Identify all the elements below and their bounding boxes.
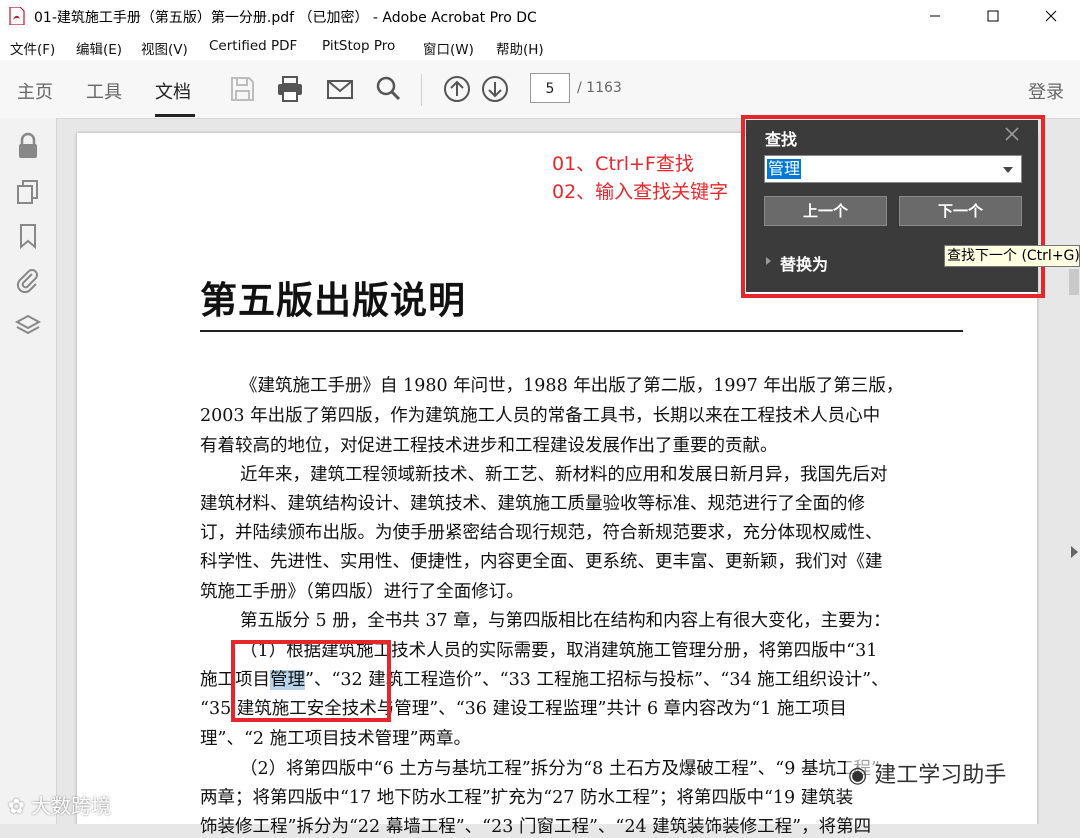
tab-document[interactable]: 文档 <box>155 78 191 104</box>
navigation-panel <box>0 118 57 824</box>
lock-icon[interactable] <box>14 132 42 160</box>
close-window-button[interactable] <box>1028 0 1074 32</box>
find-next-button[interactable]: 下一个 <box>899 196 1022 226</box>
prev-page-icon[interactable] <box>442 74 472 104</box>
annotation-step1: 01、Ctrl+F查找 <box>552 153 694 175</box>
paragraph-line: 《建筑施工手册》自 1980 年问世，1988 年出版了第二版，1997 年出版… <box>240 376 904 396</box>
page-number-input[interactable]: 5 <box>530 73 570 103</box>
title-bar: 01-建筑施工手册（第五版）第一分册.pdf （已加密） - Adobe Acr… <box>0 0 1080 32</box>
wechat-watermark: ◉ 建工学习助手 <box>846 757 1009 789</box>
close-icon <box>1045 10 1057 22</box>
close-icon[interactable] <box>1003 125 1021 143</box>
minimize-icon <box>930 15 940 17</box>
corner-watermark-text: 大数跨境 <box>31 794 112 818</box>
menu-window[interactable]: 窗口(W) <box>423 38 474 58</box>
tab-tools[interactable]: 工具 <box>86 78 122 104</box>
expand-arrow-icon[interactable] <box>766 257 771 265</box>
menu-file[interactable]: 文件(F) <box>10 38 55 58</box>
tooltip: 查找下一个 (Ctrl+G) <box>944 245 1080 267</box>
attachment-icon[interactable] <box>14 266 42 294</box>
menu-certified-pdf[interactable]: Certified PDF <box>209 38 297 54</box>
paragraph-line: 饰装修工程”拆分为“22 幕墙工程”、“23 门窗工程”、“24 建筑装饰装修工… <box>200 817 872 837</box>
menu-view[interactable]: 视图(V) <box>141 38 188 58</box>
next-page-icon[interactable] <box>480 74 510 104</box>
maximize-button[interactable] <box>970 0 1016 32</box>
paragraph-line: 科学性、先进性、实用性、便捷性，内容更全面、更系统、更丰富、更新颖，我们对《建 <box>200 552 883 572</box>
save-icon[interactable] <box>227 74 257 104</box>
heading-rule <box>200 330 963 332</box>
corner-watermark: ✿ 大数跨境 <box>8 794 112 818</box>
email-icon[interactable] <box>325 74 355 104</box>
paragraph-line: 2003 年出版了第四版，作为建筑施工人员的常备工具书，长期以来在工程技术人员心… <box>200 406 881 426</box>
find-previous-button[interactable]: 上一个 <box>764 196 887 226</box>
wechat-watermark-text: 建工学习助手 <box>874 763 1007 788</box>
acrobat-pdf-icon <box>9 7 25 25</box>
toolbar-separator <box>421 74 422 106</box>
menu-pitstop-pro[interactable]: PitStop Pro <box>322 38 395 54</box>
paragraph-line: 第五版分 5 册，全书共 37 章，与第四版相比在结构和内容上有很大变化，主要为… <box>240 611 891 631</box>
chevron-down-icon[interactable] <box>1003 167 1013 173</box>
vertical-scrollbar[interactable] <box>1068 119 1080 824</box>
wechat-icon: ◉ <box>848 763 868 788</box>
menu-bar: 文件(F) 编辑(E) 视图(V) Certified PDF PitStop … <box>0 32 1080 60</box>
paragraph-line: 建筑材料、建筑结构设计、建筑技术、建筑施工质量验收等标准、规范进行了全面的修 <box>200 494 865 514</box>
window-title: 01-建筑施工手册（第五版）第一分册.pdf （已加密） - Adobe Acr… <box>34 10 537 26</box>
paragraph-line: 理”、“2 施工项目技术管理”两章。 <box>200 729 472 749</box>
text-segment: ”、“32 建筑工程造价”、“33 工程施工招标与投标”、“34 施工组织设计”… <box>305 670 889 690</box>
login-button[interactable]: 登录 <box>1028 78 1064 104</box>
menu-help[interactable]: 帮助(H) <box>496 38 544 58</box>
match-annotation-box <box>231 640 391 722</box>
paragraph-line: 近年来，建筑工程领域新技术、新工艺、新材料的应用和发展日新月异，我国先后对 <box>240 465 888 485</box>
find-query-input[interactable]: 管理 <box>764 155 1022 183</box>
pages-icon[interactable] <box>14 178 42 206</box>
maximize-icon <box>987 10 999 22</box>
paragraph-line: 筑施工手册》（第四版）进行了全面修订。 <box>200 582 524 602</box>
page-heading: 第五版出版说明 <box>200 279 466 322</box>
paragraph-line: 两章；将第四版中“17 地下防水工程”扩充为“27 防水工程”；将第四版中“19… <box>200 788 854 808</box>
paragraph-line: 有着较高的地位，对促进工程技术进步和工程建设发展作出了重要的贡献。 <box>200 436 778 456</box>
scroll-thumb[interactable] <box>1069 269 1079 295</box>
find-panel-title: 查找 <box>765 130 798 149</box>
menu-edit[interactable]: 编辑(E) <box>76 38 122 58</box>
paragraph-line: 订，并陆续颁布出版。为使手册紧密结合现行规范，符合新规范要求，充分体现权威性、 <box>200 523 883 543</box>
print-icon[interactable] <box>275 74 305 104</box>
active-tab-indicator <box>155 114 195 117</box>
minimize-button[interactable] <box>912 0 958 32</box>
paragraph-line: （2）将第四版中“6 土方与基坑工程”拆分为“8 土石方及爆破工程”、“9 基坑… <box>240 759 880 779</box>
expand-right-panel-icon[interactable] <box>1071 546 1078 558</box>
layers-icon[interactable] <box>14 312 42 340</box>
annotation-step2: 02、输入查找关键字 <box>552 181 729 203</box>
bookmark-icon[interactable] <box>14 222 42 250</box>
replace-with-toggle[interactable]: 替换为 <box>780 251 828 275</box>
tab-home[interactable]: 主页 <box>17 78 53 104</box>
search-icon[interactable] <box>373 74 403 104</box>
find-query-text: 管理 <box>767 159 802 179</box>
page-total: / 1163 <box>577 80 622 96</box>
